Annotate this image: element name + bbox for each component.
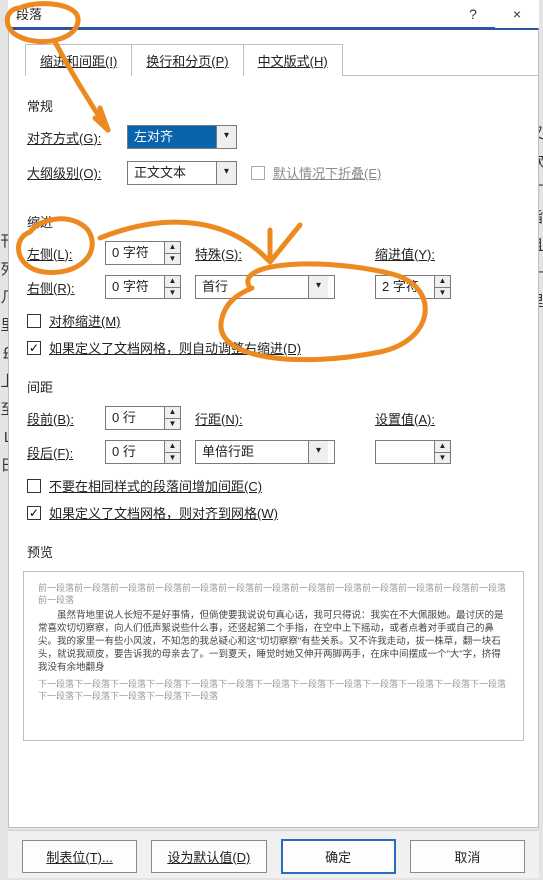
preview-box: 前一段落前一段落前一段落前一段落前一段落前一段落前一段落前一段落前一段落前一段落… [23, 571, 524, 741]
section-general: 常规 [27, 96, 520, 115]
no-space-same-style-checkbox[interactable]: 不要在相同样式的段落间增加间距(C) [27, 476, 262, 495]
space-before-spin[interactable]: 0 行▲▼ [105, 406, 181, 430]
indent-by-label: 缩进值(Y): [375, 244, 435, 263]
line-spacing-label: 行距(N): [195, 409, 243, 428]
collapse-by-default-checkbox: 默认情况下折叠(E) [251, 163, 381, 182]
indent-right-label: 右侧(R): [27, 278, 99, 297]
chevron-down-icon[interactable]: ▾ [308, 441, 328, 463]
tab-line-page-breaks[interactable]: 换行和分页(P) [131, 44, 243, 76]
close-button[interactable]: × [495, 0, 539, 28]
section-indentation: 缩进 [27, 212, 520, 231]
special-indent-label: 特殊(S): [195, 244, 242, 263]
indent-left-label: 左侧(L): [27, 244, 99, 263]
tab-indent-spacing[interactable]: 缩进和间距(I) [25, 44, 132, 76]
help-button[interactable]: ? [451, 0, 495, 28]
indent-right-spin[interactable]: 0 字符▲▼ [105, 275, 181, 299]
indent-left-spin[interactable]: 0 字符▲▼ [105, 241, 181, 265]
space-before-label: 段前(B): [27, 409, 99, 428]
chevron-down-icon[interactable]: ▾ [308, 276, 328, 298]
mirror-indents-checkbox[interactable]: 对称缩进(M) [27, 311, 121, 330]
snap-to-grid-checkbox[interactable]: 如果定义了文档网格，则对齐到网格(W) [27, 503, 278, 522]
space-after-label: 段后(F): [27, 443, 99, 462]
dialog-button-bar: 制表位(T)... 设为默认值(D) 确定 取消 [8, 830, 539, 878]
indent-by-spin[interactable]: 2 字符▲▼ [375, 275, 451, 299]
spacing-at-label: 设置值(A): [375, 409, 435, 428]
space-after-spin[interactable]: 0 行▲▼ [105, 440, 181, 464]
line-spacing-combo[interactable]: 单倍行距▾ [195, 440, 335, 464]
paragraph-dialog: 缩进和间距(I) 换行和分页(P) 中文版式(H) 常规 对齐方式(G): 左对… [8, 28, 539, 828]
outline-level-combo[interactable]: 正文文本▾ [127, 161, 237, 185]
spacing-at-spin[interactable]: ▲▼ [375, 440, 451, 464]
tabs-button[interactable]: 制表位(T)... [22, 840, 137, 873]
dialog-title: 段落 [8, 4, 42, 23]
alignment-label: 对齐方式(G): [27, 128, 127, 147]
outline-level-label: 大纲级别(O): [27, 163, 127, 182]
chevron-down-icon[interactable]: ▾ [216, 162, 236, 184]
chevron-down-icon[interactable]: ▾ [216, 126, 236, 148]
cancel-button[interactable]: 取消 [410, 840, 525, 873]
alignment-combo[interactable]: 左对齐▾ [127, 125, 237, 149]
set-default-button[interactable]: 设为默认值(D) [151, 840, 266, 873]
special-indent-combo[interactable]: 首行▾ [195, 275, 335, 299]
section-preview: 预览 [27, 542, 520, 561]
tab-asian-typography[interactable]: 中文版式(H) [243, 44, 343, 76]
section-spacing: 间距 [27, 377, 520, 396]
title-bar: 段落 ? × [8, 0, 539, 28]
ok-button[interactable]: 确定 [281, 839, 396, 874]
auto-adjust-right-indent-checkbox[interactable]: 如果定义了文档网格，则自动调整右缩进(D) [27, 338, 301, 357]
